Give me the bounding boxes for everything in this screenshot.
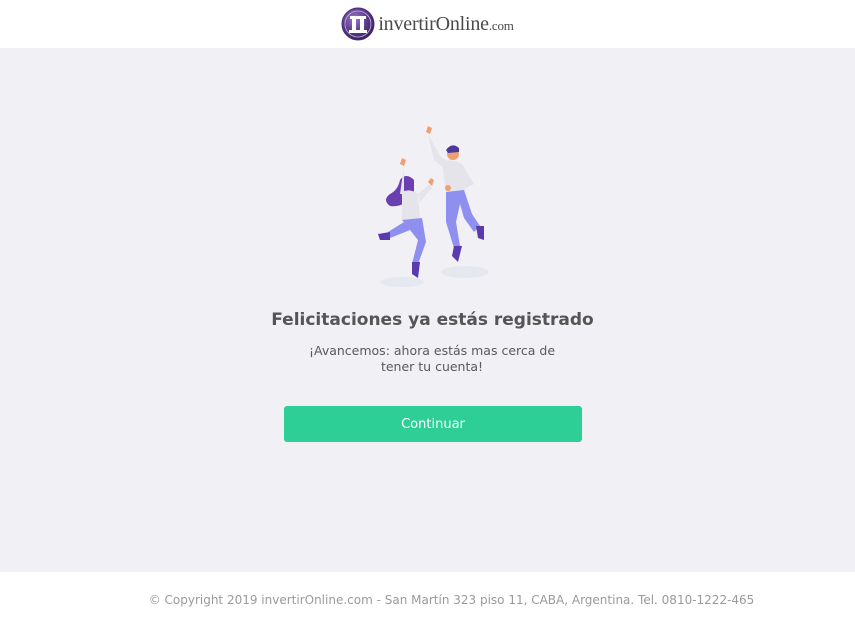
logo-text-main: invertirOnline [378, 12, 489, 35]
page-title: Felicitaciones ya estás registrado [271, 310, 594, 330]
continue-button[interactable]: Continuar [284, 406, 582, 442]
celebrating-people-illustration [378, 126, 489, 287]
man-figure [426, 126, 484, 262]
top-header: invertirOnline.com [0, 0, 855, 48]
subtitle-line-1: ¡Avancemos: ahora estás mas cerca de [308, 343, 556, 358]
invertironline-logo-icon [341, 7, 375, 41]
subtitle-line-2: tener tu cuenta! [380, 359, 484, 374]
woman-figure [378, 158, 434, 278]
logo-text-suffix: .com [488, 17, 514, 33]
logo-text: invertirOnline.com [378, 12, 514, 36]
main-content: Felicitaciones ya estás registrado ¡Avan… [0, 48, 855, 572]
page-footer: © Copyright 2019 invertirOnline.com - Sa… [0, 572, 855, 627]
site-logo[interactable]: invertirOnline.com [341, 7, 514, 41]
footer-copyright: © Copyright 2019 invertirOnline.com - Sa… [148, 592, 755, 607]
page-subtitle: ¡Avancemos: ahora estás mas cerca de ten… [282, 343, 582, 375]
